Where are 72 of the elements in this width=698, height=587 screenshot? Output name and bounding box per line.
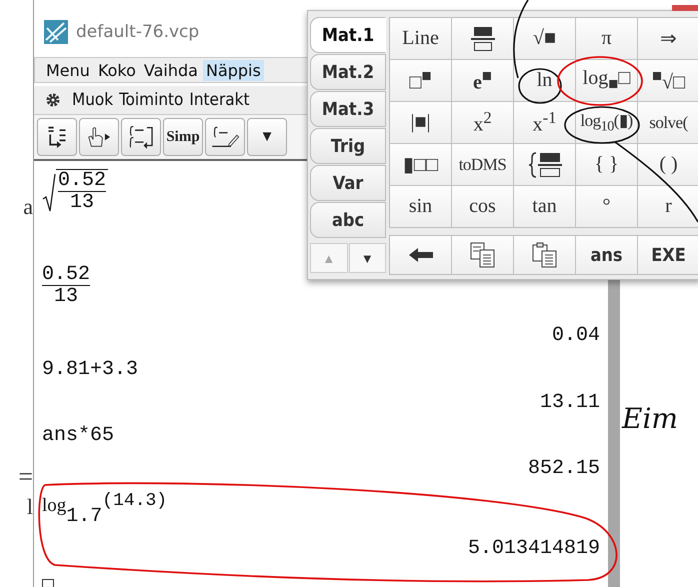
keyboard-key[interactable]: □$^{■}$ — [390, 60, 451, 101]
keyboard-key[interactable]: ( ) — [638, 144, 698, 185]
keyboard-key[interactable] — [452, 236, 513, 274]
keyboard-key[interactable]: r — [638, 186, 698, 227]
menu-item[interactable]: Vaihda — [140, 60, 201, 80]
background-text: = — [18, 462, 33, 492]
expression-text: 9.81+3.3 — [42, 358, 138, 381]
keyboard-tab[interactable]: Mat.2 — [310, 54, 386, 90]
keyboard-key[interactable]: ° — [576, 186, 637, 227]
keyboard-key[interactable]: ⇒ — [638, 18, 698, 59]
keyboard-key[interactable]: toDMS — [452, 144, 513, 185]
keyboard-tab[interactable]: Var — [310, 165, 386, 201]
radical-sign — [42, 173, 56, 214]
toolbar-button[interactable] — [37, 118, 77, 156]
keyboard-key[interactable]: $^{■}$√□ — [638, 60, 698, 101]
keyboard-key[interactable]: cos — [452, 186, 513, 227]
keyboard-key[interactable] — [390, 236, 451, 274]
result-text: 5.013414819 — [468, 537, 600, 560]
app-icon — [44, 20, 68, 44]
convert-icon — [46, 125, 68, 149]
keyboard-key[interactable]: log$_{■}$□ — [576, 60, 637, 101]
menu-item[interactable]: Näppis — [202, 60, 264, 80]
keyboard-key[interactable]: x$^{2}$ — [452, 102, 513, 143]
keyboard-key[interactable]: x$^{-1}$ — [514, 102, 575, 143]
keyboard-key[interactable] — [514, 144, 575, 185]
result-text: 0.04 — [552, 324, 600, 348]
menu-item[interactable]: Koko — [94, 60, 139, 80]
toolbar-button[interactable] — [205, 118, 245, 156]
scroll-button[interactable]: ▼ — [348, 243, 386, 273]
keyboard-tab[interactable]: Mat.3 — [310, 91, 386, 127]
paste-icon — [532, 242, 558, 268]
keyboard-tab[interactable]: Trig — [310, 128, 386, 164]
keyboard-key[interactable]: ans — [576, 236, 637, 274]
keyboard-key[interactable]: |■| — [390, 102, 451, 143]
keyboard-key[interactable]: sin — [390, 186, 451, 227]
window-title: default-76.vcp — [76, 22, 200, 42]
keyboard-tab[interactable]: Mat.1 — [310, 17, 386, 53]
handwritten-note: Eim — [622, 402, 678, 435]
keyboard-key[interactable]: Line — [390, 18, 451, 59]
toolbar-button[interactable]: ▼ — [247, 118, 287, 156]
expression-text: ans*65 — [42, 424, 114, 448]
keyboard-key[interactable]: ▮□□ — [390, 144, 451, 185]
toolbar-button[interactable] — [79, 118, 119, 156]
keyboard-tab[interactable]: abc — [310, 202, 386, 238]
keyboard-key[interactable] — [514, 236, 575, 274]
integral-pen-icon — [210, 125, 240, 149]
keyboard-key[interactable]: solve( — [638, 102, 698, 143]
keyboard-key[interactable]: tan — [514, 186, 575, 227]
keyboard-key[interactable] — [452, 18, 513, 59]
fraction-output: 0.52 13 — [42, 264, 90, 307]
backspace-icon — [408, 248, 432, 262]
hand-pointer-icon — [86, 126, 112, 148]
fraction-icon — [470, 26, 494, 52]
toolbar-button[interactable]: Simp — [163, 118, 203, 156]
menu-item[interactable]: Interakt — [189, 90, 250, 110]
copy-icon — [470, 242, 496, 268]
keyboard-key[interactable]: e$^{■}$ — [452, 60, 513, 101]
result-text: 13.11 — [540, 390, 600, 414]
menu-item[interactable]: Toiminto — [119, 90, 184, 110]
background-text: a — [23, 194, 33, 220]
menu-item[interactable]: Menu — [43, 60, 93, 80]
menu-item[interactable]: Muok — [72, 90, 114, 110]
background-text: l — [26, 494, 33, 520]
toolbar-button[interactable] — [121, 118, 161, 156]
keyboard-key[interactable]: { } — [576, 144, 637, 185]
keyboard-key[interactable]: √■ — [514, 18, 575, 59]
brace-fraction-icon — [528, 150, 562, 178]
keyboard-key[interactable]: π — [576, 18, 637, 59]
fraction-expression: 0.52 13 — [56, 169, 108, 214]
settings-icon[interactable] — [46, 93, 60, 107]
result-text: 852.15 — [528, 457, 600, 480]
keyboard-key[interactable]: EXE — [638, 236, 698, 274]
